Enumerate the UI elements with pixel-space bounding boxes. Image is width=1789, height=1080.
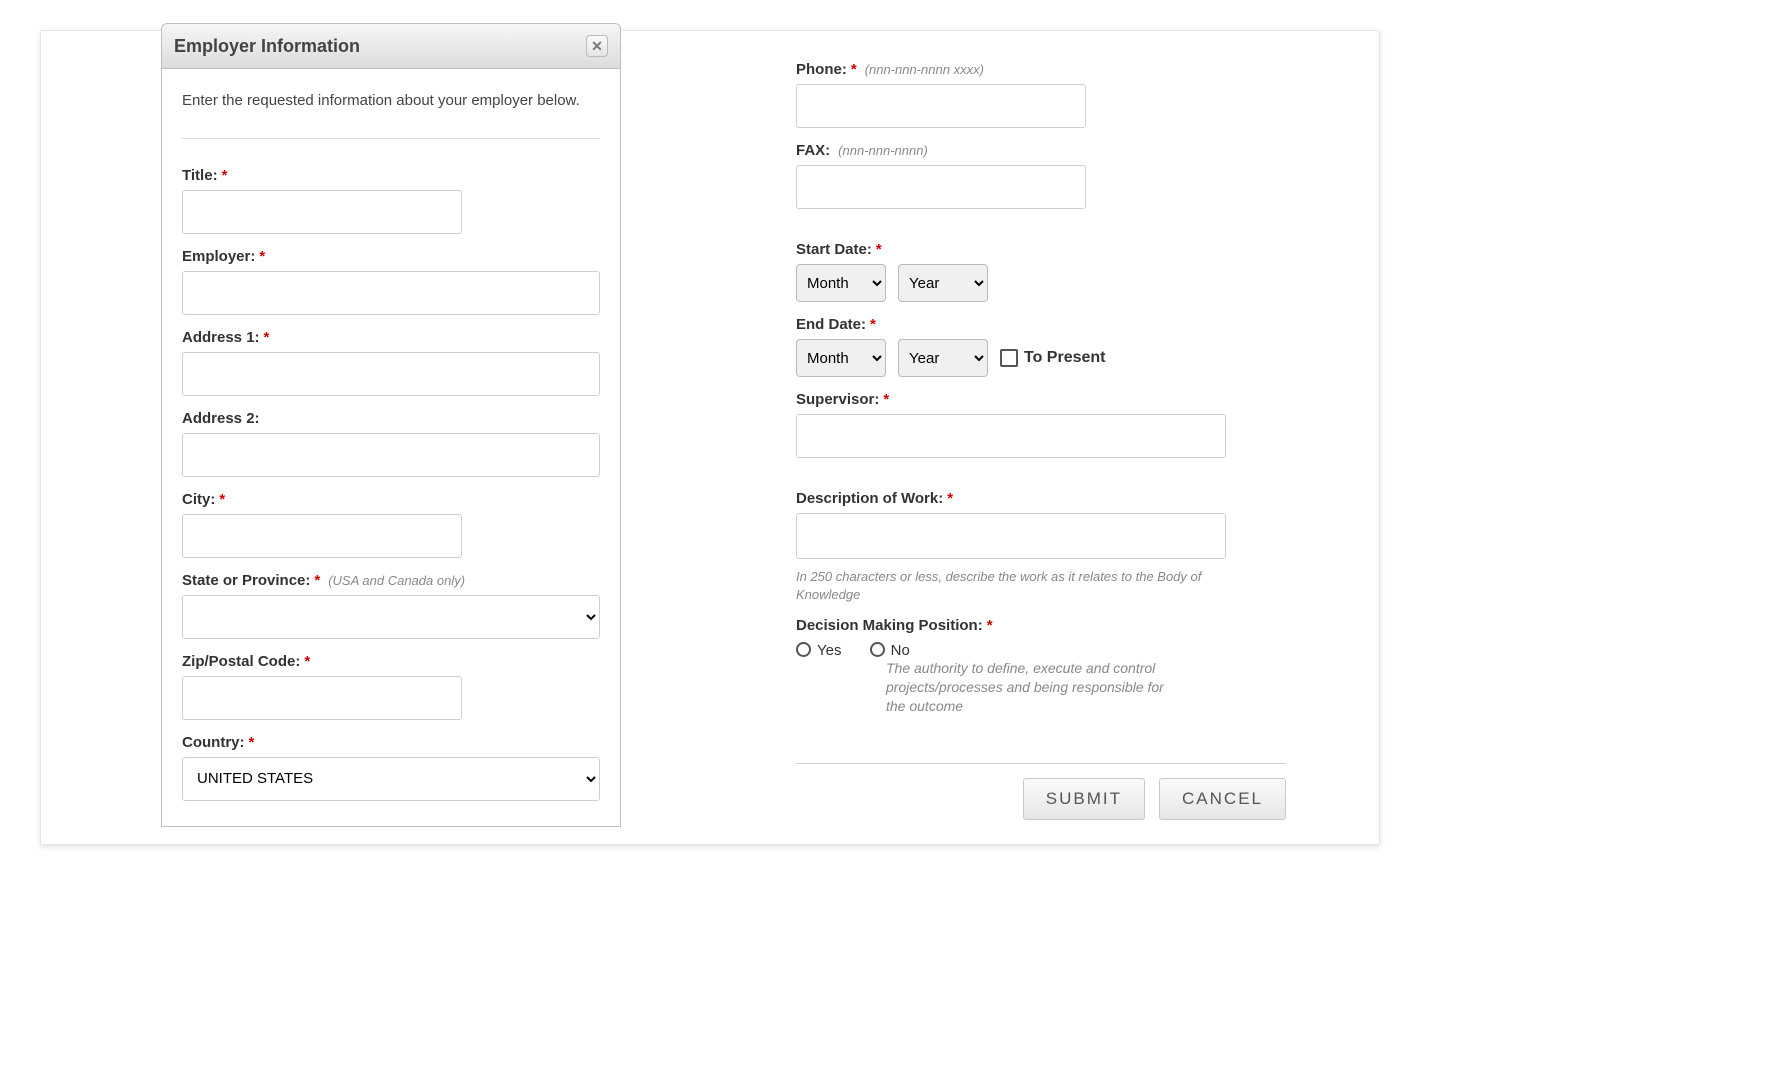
address1-label: Address 1:* (182, 329, 600, 346)
city-label: City:* (182, 491, 600, 508)
radio-icon (870, 642, 885, 657)
right-panel: Phone:*(nnn-nnn-nnnn xxxx) FAX:(nnn-nnn-… (796, 61, 1286, 821)
country-label: Country:* (182, 734, 600, 751)
panel-header: Employer Information ✕ (161, 23, 621, 69)
employer-label: Employer:* (182, 248, 600, 265)
country-select[interactable]: UNITED STATES (182, 757, 600, 801)
decision-yes-option[interactable]: Yes (796, 642, 841, 659)
supervisor-input[interactable] (796, 414, 1226, 458)
address2-input[interactable] (182, 433, 600, 477)
decision-no-option[interactable]: No (870, 642, 910, 659)
fax-input[interactable] (796, 165, 1086, 209)
fax-label: FAX:(nnn-nnn-nnnn) (796, 142, 1264, 159)
title-label: Title:* (182, 167, 600, 184)
phone-input[interactable] (796, 84, 1086, 128)
end-date-label: End Date:* (796, 316, 1264, 333)
left-panel: Employer Information ✕ Enter the request… (161, 23, 621, 827)
cancel-button[interactable]: CANCEL (1159, 778, 1286, 820)
left-scroll-area[interactable]: Enter the requested information about yo… (161, 69, 621, 827)
to-present-label: To Present (1024, 349, 1106, 367)
zip-input[interactable] (182, 676, 462, 720)
to-present-checkbox[interactable] (1000, 349, 1018, 367)
state-label: State or Province:*(USA and Canada only) (182, 572, 600, 589)
title-input[interactable] (182, 190, 462, 234)
footer-actions: SUBMIT CANCEL (796, 763, 1286, 820)
zip-label: Zip/Postal Code:* (182, 653, 600, 670)
right-scroll-area[interactable]: Phone:*(nnn-nnn-nnnn xxxx) FAX:(nnn-nnn-… (796, 61, 1286, 761)
end-year-select[interactable]: Year (898, 339, 988, 377)
divider (182, 138, 600, 139)
end-month-select[interactable]: Month (796, 339, 886, 377)
description-label: Description of Work:* (796, 490, 1264, 507)
close-icon[interactable]: ✕ (586, 35, 608, 57)
decision-hint: The authority to define, execute and con… (886, 659, 1186, 716)
supervisor-label: Supervisor:* (796, 391, 1264, 408)
description-input[interactable] (796, 513, 1226, 559)
city-input[interactable] (182, 514, 462, 558)
state-select[interactable] (182, 595, 600, 639)
address1-input[interactable] (182, 352, 600, 396)
panel-title: Employer Information (174, 36, 360, 57)
start-month-select[interactable]: Month (796, 264, 886, 302)
submit-button[interactable]: SUBMIT (1023, 778, 1145, 820)
start-year-select[interactable]: Year (898, 264, 988, 302)
radio-icon (796, 642, 811, 657)
intro-text: Enter the requested information about yo… (182, 87, 600, 116)
employer-input[interactable] (182, 271, 600, 315)
start-date-label: Start Date:* (796, 241, 1264, 258)
phone-label: Phone:*(nnn-nnn-nnnn xxxx) (796, 61, 1264, 78)
employer-info-card: Employer Information ✕ Enter the request… (40, 30, 1380, 845)
decision-label: Decision Making Position:* (796, 617, 1264, 634)
description-hint: In 250 characters or less, describe the … (796, 568, 1216, 603)
address2-label: Address 2: (182, 410, 600, 427)
